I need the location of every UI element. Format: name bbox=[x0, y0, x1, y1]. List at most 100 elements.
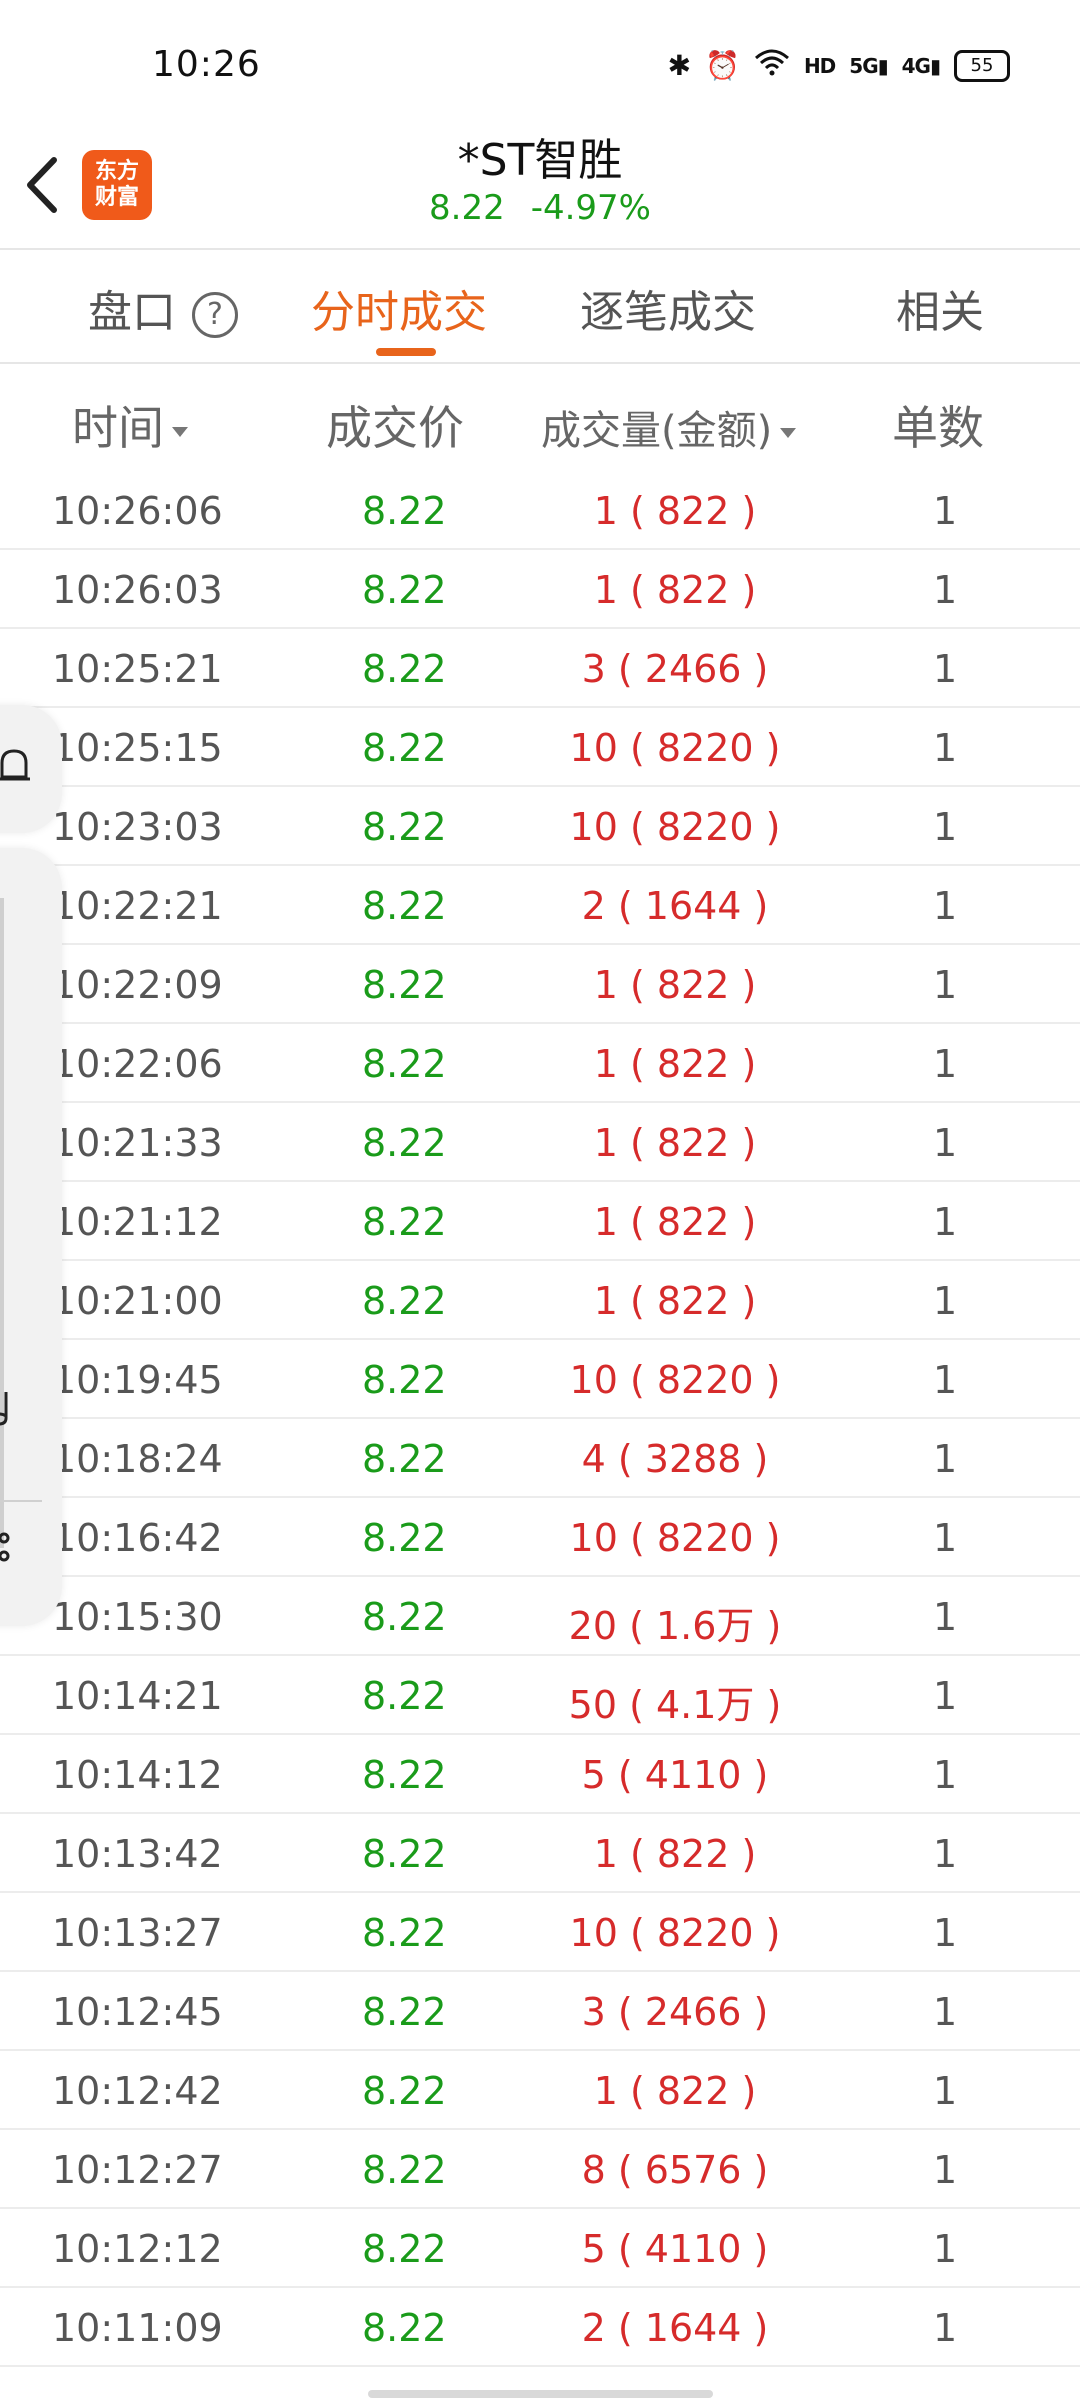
trade-count: 1 bbox=[933, 726, 958, 770]
table-row[interactable]: 10:25:15 8.22 10 ( 8220 ) 1 bbox=[0, 708, 1080, 787]
table-row[interactable]: 10:22:06 8.22 1 ( 822 ) 1 bbox=[0, 1024, 1080, 1103]
wifi-icon bbox=[754, 48, 790, 83]
trade-count: 1 bbox=[933, 1990, 958, 2034]
table-row[interactable]: 10:12:45 8.22 3 ( 2466 ) 1 bbox=[0, 1972, 1080, 2051]
table-row[interactable]: 10:15:30 8.22 20 ( 1.6万 ) 1 bbox=[0, 1577, 1080, 1656]
tab-related[interactable]: 相关 bbox=[896, 276, 984, 340]
music-note-icon bbox=[0, 1392, 8, 1426]
trade-count: 1 bbox=[933, 1516, 958, 1560]
table-header: 时间 成交价 成交量(金额) 单数 bbox=[0, 364, 1080, 474]
tab-label: 相关 bbox=[896, 287, 984, 338]
trade-count: 1 bbox=[933, 2306, 958, 2350]
sort-caret-icon bbox=[780, 428, 797, 438]
trade-count: 1 bbox=[933, 1279, 958, 1323]
table-row[interactable]: 10:12:27 8.22 8 ( 6576 ) 1 bbox=[0, 2130, 1080, 2209]
battery-level: 55 bbox=[970, 55, 994, 76]
table-row[interactable]: 10:22:21 8.22 2 ( 1644 ) 1 bbox=[0, 866, 1080, 945]
trade-volume: 5 ( 4110 ) bbox=[581, 2227, 769, 2271]
share-icon bbox=[0, 1532, 10, 1562]
table-row[interactable]: 10:26:03 8.22 1 ( 822 ) 1 bbox=[0, 550, 1080, 629]
trade-count: 1 bbox=[933, 805, 958, 849]
battery-icon: 55 bbox=[954, 49, 1010, 82]
trade-list[interactable]: 10:26:06 8.22 1 ( 822 ) 1 10:26:03 8.22 1 ( 82… bbox=[0, 471, 1080, 2367]
trade-volume: 10 ( 8220 ) bbox=[569, 1911, 781, 1955]
alarm-icon: ⏰ bbox=[705, 49, 740, 82]
trade-count: 1 bbox=[933, 1753, 958, 1797]
table-row[interactable]: 10:18:24 8.22 4 ( 3288 ) 1 bbox=[0, 1419, 1080, 1498]
table-row[interactable]: 10:25:21 8.22 3 ( 2466 ) 1 bbox=[0, 629, 1080, 708]
trade-count: 1 bbox=[933, 2227, 958, 2271]
trade-count: 1 bbox=[933, 1832, 958, 1876]
trade-volume: 3 ( 2466 ) bbox=[581, 647, 769, 691]
tab-label: 逐笔成交 bbox=[580, 287, 756, 338]
tab-order-book[interactable]: 盘口? bbox=[88, 276, 238, 340]
trade-volume: 1 ( 822 ) bbox=[593, 1200, 757, 1244]
change-percent: -4.97% bbox=[530, 188, 651, 228]
trade-volume: 2 ( 1644 ) bbox=[581, 2306, 769, 2350]
stock-title: *ST智胜 bbox=[457, 135, 623, 186]
trade-count: 1 bbox=[933, 489, 958, 533]
stock-header: 东方 财富 *ST智胜 8.22 -4.97% bbox=[0, 120, 1080, 250]
panel-divider bbox=[0, 1500, 42, 1502]
trade-count: 1 bbox=[933, 2069, 958, 2113]
trade-count: 1 bbox=[933, 1121, 958, 1165]
volume-column-header[interactable]: 成交量(金额) bbox=[541, 398, 797, 456]
gesture-bar[interactable] bbox=[368, 2390, 713, 2398]
floating-alert-button[interactable] bbox=[0, 705, 62, 833]
trade-volume: 4 ( 3288 ) bbox=[581, 1437, 769, 1481]
table-row[interactable]: 10:16:42 8.22 10 ( 8220 ) 1 bbox=[0, 1498, 1080, 1577]
trade-volume: 5 ( 4110 ) bbox=[581, 1753, 769, 1797]
table-row[interactable]: 10:19:45 8.22 10 ( 8220 ) 1 bbox=[0, 1340, 1080, 1419]
trade-count: 1 bbox=[933, 1042, 958, 1086]
trade-count: 1 bbox=[933, 963, 958, 1007]
tab-tick-trades[interactable]: 逐笔成交 bbox=[580, 276, 756, 340]
table-row[interactable]: 10:21:00 8.22 1 ( 822 ) 1 bbox=[0, 1261, 1080, 1340]
time-column-header[interactable]: 时间 bbox=[72, 392, 188, 458]
current-price: 8.22 bbox=[429, 188, 505, 228]
trade-count: 1 bbox=[933, 647, 958, 691]
panel-track bbox=[0, 898, 4, 1548]
tab-label: 分时成交 bbox=[311, 287, 487, 338]
table-row[interactable]: 10:12:12 8.22 5 ( 4110 ) 1 bbox=[0, 2209, 1080, 2288]
trade-volume: 1 ( 822 ) bbox=[593, 1279, 757, 1323]
help-icon[interactable]: ? bbox=[192, 292, 238, 338]
trade-volume: 50 ( 4.1万 ) bbox=[568, 1683, 782, 1727]
table-row[interactable]: 10:14:12 8.22 5 ( 4110 ) 1 bbox=[0, 1735, 1080, 1814]
sort-caret-icon bbox=[172, 426, 188, 437]
trade-count: 1 bbox=[933, 2148, 958, 2192]
trade-volume: 1 ( 822 ) bbox=[593, 2069, 757, 2113]
floating-side-panel[interactable] bbox=[0, 848, 62, 1626]
trade-volume: 1 ( 822 ) bbox=[593, 1042, 757, 1086]
table-row[interactable]: 10:14:21 8.22 50 ( 4.1万 ) 1 bbox=[0, 1656, 1080, 1735]
table-row[interactable]: 10:21:12 8.22 1 ( 822 ) 1 bbox=[0, 1182, 1080, 1261]
trade-volume: 1 ( 822 ) bbox=[593, 568, 757, 612]
trade-count: 1 bbox=[933, 1200, 958, 1244]
trade-volume: 1 ( 822 ) bbox=[593, 963, 757, 1007]
table-row[interactable]: 10:11:09 8.22 2 ( 1644 ) 1 bbox=[0, 2288, 1080, 2367]
trade-volume: 3 ( 2466 ) bbox=[581, 1990, 769, 2034]
trade-volume: 10 ( 8220 ) bbox=[569, 805, 781, 849]
price-summary: 8.22 -4.97% bbox=[0, 188, 1080, 228]
table-row[interactable]: 10:13:27 8.22 10 ( 8220 ) 1 bbox=[0, 1893, 1080, 1972]
status-bar: 10:26 ✱ ⏰ HD 5G▮ 4G▮ 55 bbox=[0, 0, 1080, 130]
tab-label: 盘口 bbox=[88, 287, 176, 338]
bell-icon bbox=[0, 749, 30, 781]
table-row[interactable]: 10:13:42 8.22 1 ( 822 ) 1 bbox=[0, 1814, 1080, 1893]
bluetooth-icon: ✱ bbox=[667, 49, 692, 82]
column-label: 时间 bbox=[72, 401, 164, 455]
table-row[interactable]: 10:22:09 8.22 1 ( 822 ) 1 bbox=[0, 945, 1080, 1024]
table-row[interactable]: 10:21:33 8.22 1 ( 822 ) 1 bbox=[0, 1103, 1080, 1182]
trade-volume: 1 ( 822 ) bbox=[593, 1832, 757, 1876]
trade-volume: 10 ( 8220 ) bbox=[569, 1358, 781, 1402]
table-row[interactable]: 10:12:42 8.22 1 ( 822 ) 1 bbox=[0, 2051, 1080, 2130]
column-label: 成交量(金额) bbox=[541, 408, 773, 454]
tab-bar: 盘口? 分时成交 逐笔成交 相关 bbox=[0, 250, 1080, 360]
tab-minute-trades[interactable]: 分时成交 bbox=[311, 276, 487, 340]
table-row[interactable]: 10:26:06 8.22 1 ( 822 ) 1 bbox=[0, 471, 1080, 550]
status-icons: ✱ ⏰ HD 5G▮ 4G▮ 55 bbox=[668, 48, 1010, 83]
trade-count: 1 bbox=[933, 1358, 958, 1402]
trade-volume: 10 ( 8220 ) bbox=[569, 726, 781, 770]
table-row[interactable]: 10:23:03 8.22 10 ( 8220 ) 1 bbox=[0, 787, 1080, 866]
price-column-header: 成交价 bbox=[326, 401, 464, 455]
hd-label: HD bbox=[803, 53, 836, 78]
